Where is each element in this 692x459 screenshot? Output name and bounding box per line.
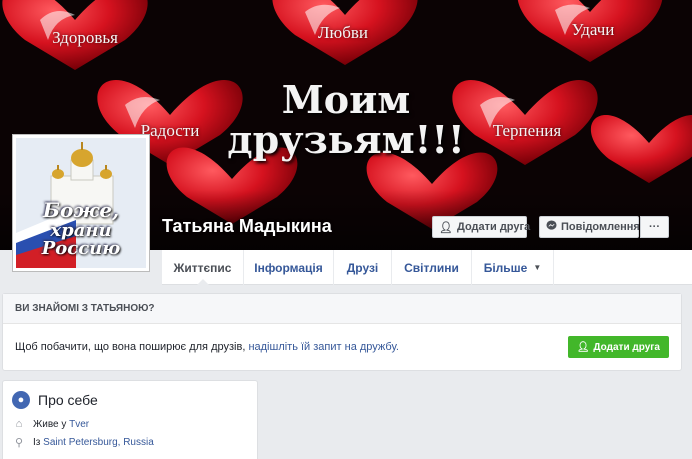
- home-icon: ⌂: [15, 418, 23, 430]
- cover-greeting: Моим друзьям!!!: [226, 80, 466, 160]
- send-request-link[interactable]: надішліть їй запит на дружбу.: [248, 341, 398, 353]
- tab-label: Більше: [483, 260, 528, 275]
- messenger-icon: [546, 220, 557, 234]
- heart-label: Любви: [317, 23, 368, 42]
- profile-picture-image: Боже, храни Россию: [16, 138, 146, 268]
- cover-heart: Терпения: [452, 83, 602, 193]
- lives-in-city-link[interactable]: Tver: [69, 419, 89, 430]
- profile-picture-caption: Боже, храни Россию: [16, 200, 146, 258]
- heart-label: Удачи: [571, 20, 615, 39]
- cover-heart: Удачи: [518, 0, 668, 92]
- heart-label: Здоровья: [52, 28, 118, 47]
- more-dots-icon: ···: [649, 221, 660, 233]
- profile-picture[interactable]: Боже, храни Россию: [12, 134, 150, 272]
- more-options-button[interactable]: ···: [640, 216, 669, 238]
- message-label: Повідомлення: [561, 221, 640, 233]
- globe-icon: ●: [12, 391, 30, 409]
- add-friend-icon: 👤︎: [439, 221, 453, 234]
- caption-line2: храни Россию: [41, 220, 121, 259]
- tab-friends[interactable]: Друзі: [334, 250, 392, 285]
- caret-down-icon: ▼: [533, 263, 542, 272]
- tab-about[interactable]: Інформація: [244, 250, 334, 285]
- cover-greeting-line2: друзьям!!!: [227, 116, 465, 162]
- add-friend-button-green[interactable]: 👤︎ Додати друга: [567, 336, 669, 358]
- profile-tabs: Життєпис Інформація Друзі Світлини Більш…: [162, 250, 692, 286]
- intro-title: Про себе: [38, 392, 98, 408]
- location-pin-icon: ⚲: [14, 437, 24, 449]
- lives-in-row: ⌂ Живе у Tver: [3, 415, 257, 433]
- know-person-box: ВИ ЗНАЙОМІ З ТАТЬЯНОЮ? Щоб побачити, що …: [2, 293, 682, 371]
- tab-label: Інформація: [254, 260, 323, 275]
- profile-name[interactable]: Татьяна Мадыкина: [162, 216, 332, 237]
- intro-card: ● Про себе ⌂ Живе у Tver ⚲ Із Saint Pete…: [2, 380, 258, 459]
- add-friend-icon: 👤︎: [576, 341, 590, 353]
- from-city-link[interactable]: Saint Petersburg, Russia: [43, 437, 154, 448]
- add-friend-label: Додати друга: [593, 341, 660, 353]
- lives-in-label: Живе у: [33, 418, 70, 430]
- caption-line1: Боже,: [42, 198, 120, 222]
- from-row: ⚲ Із Saint Petersburg, Russia: [3, 433, 257, 452]
- tab-more[interactable]: Більше ▼: [472, 250, 554, 285]
- tab-timeline[interactable]: Життєпис: [162, 250, 244, 286]
- cover-greeting-line1: Моим: [281, 77, 411, 122]
- tab-label: Життєпис: [173, 260, 232, 275]
- add-friend-button[interactable]: 👤︎ Додати друга: [432, 216, 531, 238]
- tab-label: Світлини: [404, 260, 459, 275]
- add-friend-label: Додати друга: [456, 221, 531, 233]
- know-person-message: Щоб побачити, що вона поширює для друзів…: [15, 341, 249, 353]
- heart-label: Терпения: [492, 121, 562, 140]
- tab-label: Друзі: [346, 260, 379, 275]
- tab-photos[interactable]: Світлини: [392, 250, 472, 285]
- message-button[interactable]: Повідомлення: [539, 216, 640, 238]
- from-label: Із: [33, 437, 44, 448]
- know-person-text: Щоб побачити, що вона поширює для друзів…: [15, 341, 399, 353]
- know-person-title: ВИ ЗНАЙОМІ З ТАТЬЯНОЮ?: [3, 294, 681, 324]
